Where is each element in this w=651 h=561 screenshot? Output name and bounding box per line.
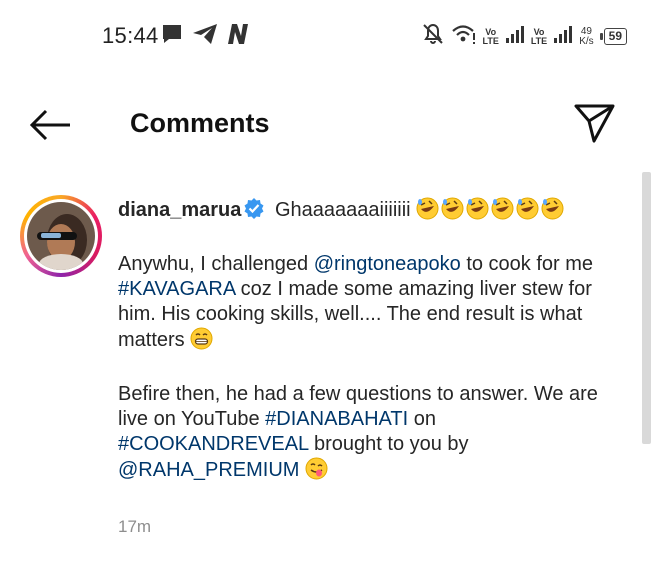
header-bar: Comments <box>0 95 651 155</box>
rolling-laughing-emoji-icon <box>541 197 564 227</box>
comment-first-text: Ghaaaaaaaiiiiiii <box>274 199 411 221</box>
network-speed-unit: K/s <box>579 35 594 47</box>
wifi-icon <box>451 23 477 50</box>
rolling-laughing-emoji-icon <box>416 197 439 227</box>
avatar-image <box>27 202 95 270</box>
comment-text-segment: Anywhu, I challenged <box>118 253 314 275</box>
battery-cap <box>599 33 603 40</box>
page-title: Comments <box>130 108 270 138</box>
battery-level: 59 <box>603 28 627 45</box>
mention-link[interactable]: @RAHA_PREMIUM <box>118 459 299 481</box>
network-2: Vo LTE <box>530 27 548 46</box>
mention-link[interactable]: @ringtoneapoko <box>314 253 461 275</box>
status-bar: 15:44 Vo LTE Vo LTE 49 K/s 59 <box>0 0 651 70</box>
comment-text: diana_marua Ghaaaaaaaiiiiiii Anywhu, I c… <box>118 197 608 487</box>
comment-text-segment: on <box>408 408 436 430</box>
scrollbar[interactable] <box>642 172 651 444</box>
status-time: 15:44 <box>102 23 159 48</box>
bell-muted-icon <box>421 22 445 51</box>
chat-bubble-icon <box>160 22 184 51</box>
comment-paragraph-1: Anywhu, I challenged @ringtoneapoko to c… <box>118 252 608 357</box>
telegram-icon <box>192 23 218 50</box>
paper-plane-icon <box>574 104 615 143</box>
share-button[interactable] <box>570 100 618 146</box>
rolling-laughing-emoji-icon <box>516 197 539 227</box>
network-speed: 49 K/s <box>579 25 594 47</box>
battery-indicator: 59 <box>599 28 627 45</box>
network-1: Vo LTE <box>482 27 499 46</box>
tongue-emoji-icon <box>305 457 328 487</box>
comment-username[interactable]: diana_marua <box>118 199 241 221</box>
comment-first-line: diana_marua Ghaaaaaaaiiiiiii <box>118 197 608 227</box>
hashtag-link[interactable]: #KAVAGARA <box>118 278 235 300</box>
comment-text-segment: to cook for me <box>460 253 594 275</box>
back-button[interactable] <box>28 105 74 145</box>
rolling-laughing-emoji-icon <box>466 197 489 227</box>
avatar[interactable] <box>20 195 102 277</box>
verified-badge-icon <box>243 197 265 226</box>
rolling-laughing-emoji-icon <box>441 197 464 227</box>
status-left-icons <box>160 22 250 51</box>
comment-timestamp: 17m <box>118 517 152 536</box>
n-logo-icon <box>226 23 250 50</box>
hashtag-link[interactable]: #DIANABAHATI <box>265 408 408 430</box>
network-speed-value: 49 <box>580 25 592 37</box>
network-1-lte: LTE <box>482 35 499 46</box>
hashtag-link[interactable]: #COOKANDREVEAL <box>118 433 308 455</box>
network-2-lte: LTE <box>530 35 548 46</box>
signal-icon <box>505 24 525 49</box>
status-right-icons: Vo LTE Vo LTE 49 K/s 59 <box>421 22 627 51</box>
comment-paragraph-2: Befire then, he had a few questions to a… <box>118 382 608 487</box>
grinning-emoji-icon <box>190 327 213 357</box>
signal-icon <box>553 24 573 49</box>
rolling-laughing-emoji-icon <box>491 197 514 227</box>
arrow-left-icon <box>29 109 70 141</box>
comment-text-segment: brought to you by <box>308 433 469 455</box>
